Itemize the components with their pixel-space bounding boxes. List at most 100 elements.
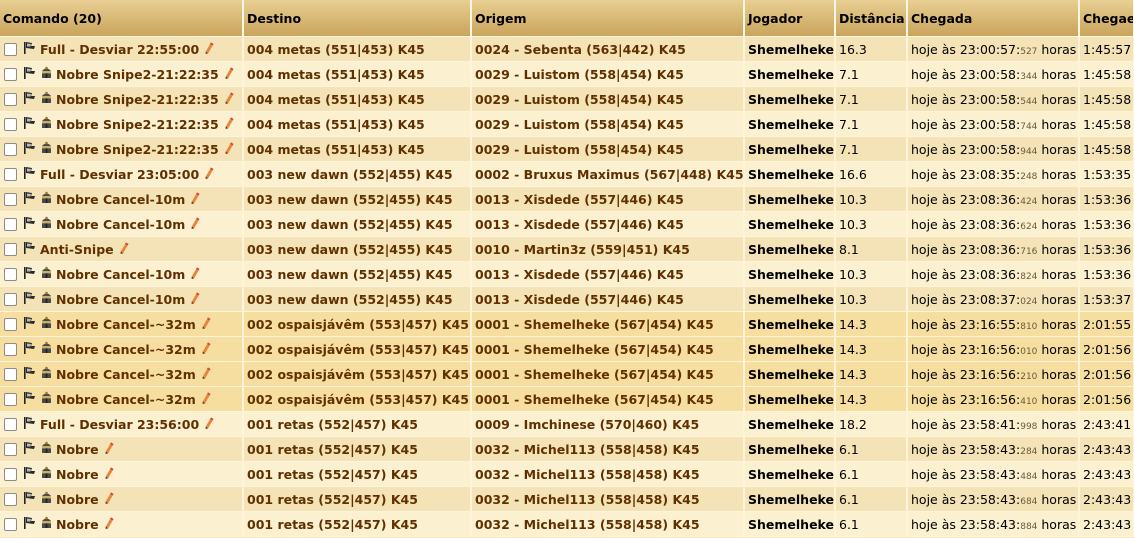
command-link[interactable]: Nobre Cancel-10m [56,267,185,282]
pencil-icon[interactable] [191,217,200,232]
pencil-icon[interactable] [202,317,211,332]
command-link[interactable]: Nobre [56,442,99,457]
pencil-icon[interactable] [191,292,200,307]
pencil-icon[interactable] [105,517,114,532]
command-link[interactable]: Nobre Snipe2-21:22:35 [56,117,219,132]
select-checkbox[interactable] [4,42,17,56]
player-link[interactable]: Shemelheke [744,111,836,137]
origin-link[interactable]: 0013 - Xisdede (557|446) K45 [471,261,745,287]
player-link[interactable]: Shemelheke [744,411,836,437]
destination-link[interactable]: 004 metas (551|453) K45 [243,36,472,62]
origin-link[interactable]: 0024 - Sebenta (563|442) K45 [471,36,745,62]
select-checkbox[interactable] [4,142,17,156]
destination-link[interactable]: 004 metas (551|453) K45 [243,86,472,112]
destination-link[interactable]: 002 ospaisjávêm (553|457) K45 [243,336,472,362]
pencil-icon[interactable] [202,342,211,357]
command-link[interactable]: Nobre [56,492,99,507]
origin-link[interactable]: 0013 - Xisdede (557|446) K45 [471,211,745,237]
player-link[interactable]: Shemelheke [744,61,836,87]
player-link[interactable]: Shemelheke [744,36,836,62]
command-link[interactable]: Nobre [56,467,99,482]
destination-link[interactable]: 002 ospaisjávêm (553|457) K45 [243,361,472,387]
select-checkbox[interactable] [4,317,17,331]
command-link[interactable]: Nobre Snipe2-21:22:35 [56,142,219,157]
select-checkbox[interactable] [4,492,17,506]
pencil-icon[interactable] [202,392,211,407]
pencil-icon[interactable] [225,117,234,132]
col-header-origem[interactable]: Origem [471,0,745,37]
destination-link[interactable]: 003 new dawn (552|455) K45 [243,186,472,212]
destination-link[interactable]: 004 metas (551|453) K45 [243,61,472,87]
destination-link[interactable]: 004 metas (551|453) K45 [243,111,472,137]
origin-link[interactable]: 0001 - Shemelheke (567|454) K45 [471,311,745,337]
origin-link[interactable]: 0029 - Luistom (558|454) K45 [471,86,745,112]
command-link[interactable]: Full - Desviar 23:05:00 [40,167,199,182]
origin-link[interactable]: 0029 - Luistom (558|454) K45 [471,61,745,87]
pencil-icon[interactable] [205,417,214,432]
destination-link[interactable]: 001 retas (552|457) K45 [243,486,472,512]
destination-link[interactable]: 003 new dawn (552|455) K45 [243,261,472,287]
destination-link[interactable]: 003 new dawn (552|455) K45 [243,161,472,187]
player-link[interactable]: Shemelheke [744,311,836,337]
origin-link[interactable]: 0032 - Michel113 (558|458) K45 [471,486,745,512]
select-checkbox[interactable] [4,417,17,431]
command-link[interactable]: Anti-Snipe [40,242,114,257]
select-checkbox[interactable] [4,442,17,456]
destination-link[interactable]: 003 new dawn (552|455) K45 [243,236,472,262]
command-link[interactable]: Nobre Cancel-~32m [56,367,196,382]
player-link[interactable]: Shemelheke [744,86,836,112]
player-link[interactable]: Shemelheke [744,486,836,512]
select-checkbox[interactable] [4,92,17,106]
origin-link[interactable]: 0001 - Shemelheke (567|454) K45 [471,386,745,412]
origin-link[interactable]: 0013 - Xisdede (557|446) K45 [471,286,745,312]
destination-link[interactable]: 003 new dawn (552|455) K45 [243,211,472,237]
select-checkbox[interactable] [4,217,17,231]
select-checkbox[interactable] [4,392,17,406]
command-link[interactable]: Full - Desviar 23:56:00 [40,417,199,432]
pencil-icon[interactable] [191,267,200,282]
select-checkbox[interactable] [4,517,17,531]
select-checkbox[interactable] [4,67,17,81]
command-link[interactable]: Nobre Cancel-~32m [56,392,196,407]
pencil-icon[interactable] [105,467,114,482]
command-link[interactable]: Nobre Cancel-~32m [56,317,196,332]
origin-link[interactable]: 0029 - Luistom (558|454) K45 [471,136,745,162]
origin-link[interactable]: 0032 - Michel113 (558|458) K45 [471,461,745,487]
select-checkbox[interactable] [4,117,17,131]
select-checkbox[interactable] [4,342,17,356]
destination-link[interactable]: 002 ospaisjávêm (553|457) K45 [243,311,472,337]
destination-link[interactable]: 002 ospaisjávêm (553|457) K45 [243,386,472,412]
pencil-icon[interactable] [105,492,114,507]
pencil-icon[interactable] [205,42,214,57]
player-link[interactable]: Shemelheke [744,286,836,312]
col-header-comando[interactable]: Comando (20) [0,0,244,37]
select-checkbox[interactable] [4,192,17,206]
origin-link[interactable]: 0010 - Martin3z (559|451) K45 [471,236,745,262]
destination-link[interactable]: 001 retas (552|457) K45 [243,461,472,487]
pencil-icon[interactable] [120,242,129,257]
col-header-destino[interactable]: Destino [243,0,472,37]
player-link[interactable]: Shemelheke [744,261,836,287]
select-checkbox[interactable] [4,167,17,181]
pencil-icon[interactable] [225,142,234,157]
player-link[interactable]: Shemelheke [744,336,836,362]
command-link[interactable]: Nobre Snipe2-21:22:35 [56,67,219,82]
origin-link[interactable]: 0013 - Xisdede (557|446) K45 [471,186,745,212]
select-checkbox[interactable] [4,467,17,481]
command-link[interactable]: Nobre Cancel-10m [56,192,185,207]
pencil-icon[interactable] [225,67,234,82]
pencil-icon[interactable] [205,167,214,182]
pencil-icon[interactable] [105,442,114,457]
player-link[interactable]: Shemelheke [744,136,836,162]
player-link[interactable]: Shemelheke [744,211,836,237]
col-header-distancia[interactable]: Distância [835,0,908,37]
destination-link[interactable]: 001 retas (552|457) K45 [243,511,472,537]
player-link[interactable]: Shemelheke [744,386,836,412]
command-link[interactable]: Full - Desviar 22:55:00 [40,42,199,57]
select-checkbox[interactable] [4,292,17,306]
pencil-icon[interactable] [191,192,200,207]
select-checkbox[interactable] [4,242,17,256]
origin-link[interactable]: 0001 - Shemelheke (567|454) K45 [471,336,745,362]
destination-link[interactable]: 003 new dawn (552|455) K45 [243,286,472,312]
col-header-chega-em[interactable]: Chegaem [1079,0,1134,37]
